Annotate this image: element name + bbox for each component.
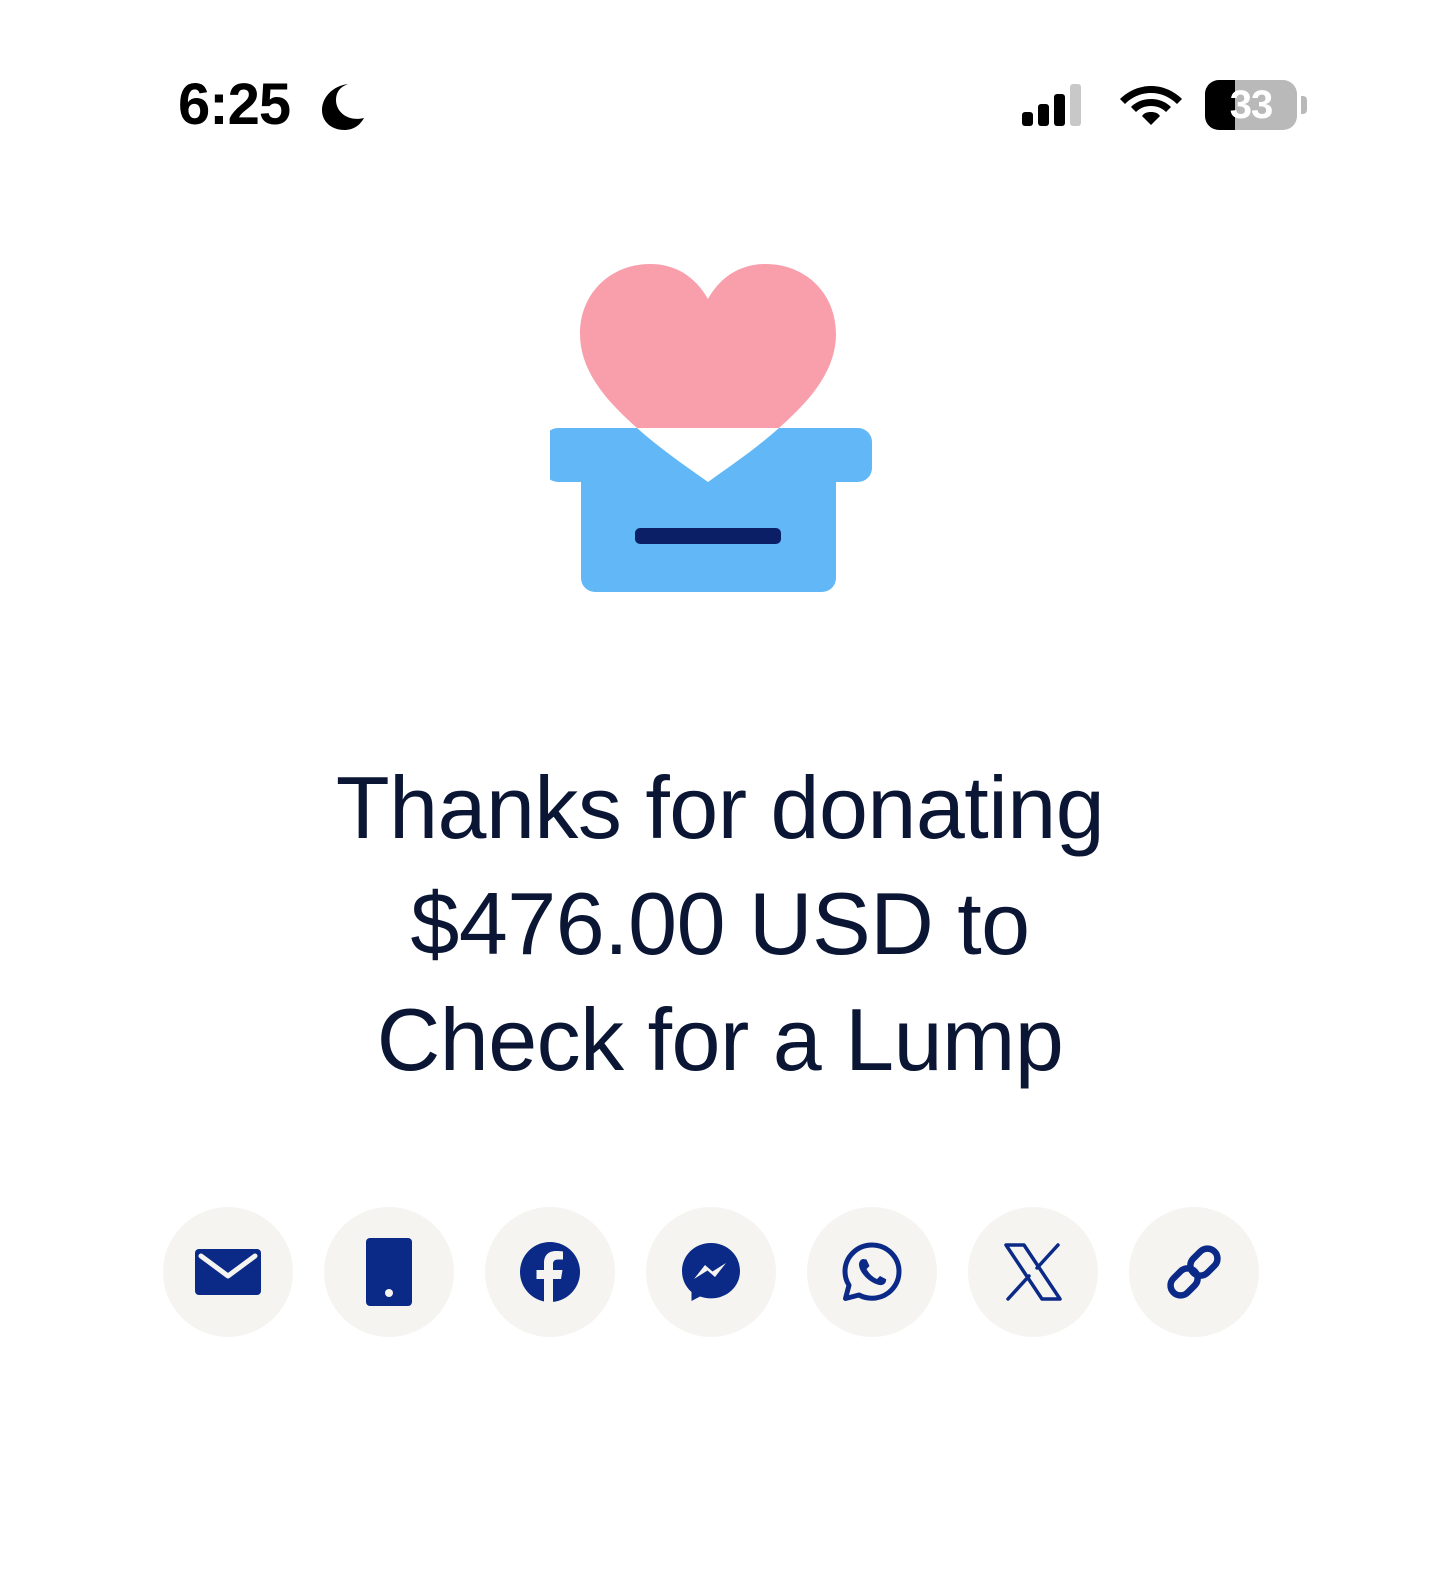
- share-sms-button[interactable]: [324, 1207, 454, 1337]
- donation-confirmation-message: Thanks for donating $476.00 USD to Check…: [120, 750, 1320, 1098]
- status-bar: 6:25 33: [0, 0, 1440, 160]
- status-time: 6:25: [178, 72, 291, 137]
- wifi-icon: [1120, 86, 1182, 125]
- battery-body: 33: [1205, 80, 1297, 130]
- cellular-signal-icon: [1022, 84, 1081, 126]
- share-options: [163, 1207, 1293, 1337]
- share-email-button[interactable]: [163, 1207, 293, 1337]
- share-copy-link-button[interactable]: [1129, 1207, 1259, 1337]
- whatsapp-icon: [842, 1242, 902, 1301]
- moon-icon: [322, 84, 364, 130]
- battery-indicator: 33: [1205, 80, 1309, 130]
- confirmation-line-2: $476.00 USD to: [410, 874, 1030, 973]
- confirmation-line-3: Check for a Lump: [376, 990, 1064, 1089]
- copy-link-icon: [1167, 1245, 1221, 1299]
- share-messenger-button[interactable]: [646, 1207, 776, 1337]
- confirmation-line-1: Thanks for donating: [335, 758, 1105, 857]
- email-icon: [195, 1249, 261, 1295]
- donation-box-heart-icon: [550, 264, 872, 592]
- battery-tip: [1301, 96, 1307, 114]
- x-twitter-icon: [1004, 1243, 1062, 1301]
- share-facebook-button[interactable]: [485, 1207, 615, 1337]
- battery-level: 33: [1229, 83, 1274, 127]
- sms-phone-icon: [366, 1238, 412, 1306]
- share-x-button[interactable]: [968, 1207, 1098, 1337]
- box-slot: [635, 528, 781, 544]
- share-whatsapp-button[interactable]: [807, 1207, 937, 1337]
- messenger-icon: [682, 1243, 740, 1301]
- facebook-icon: [520, 1242, 580, 1303]
